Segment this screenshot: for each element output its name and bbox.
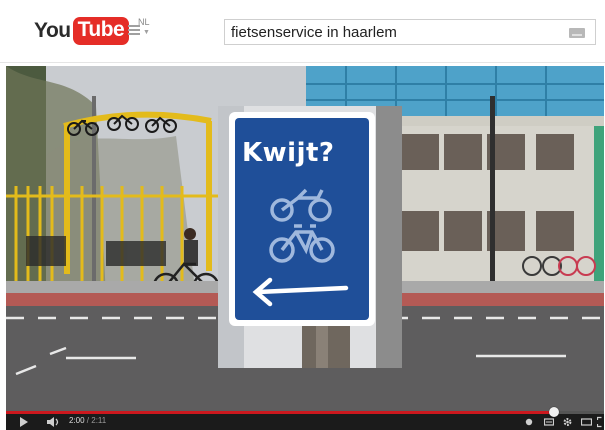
fullscreen-icon[interactable] — [597, 416, 602, 428]
hamburger-icon — [128, 25, 154, 35]
gear-icon[interactable] — [562, 416, 573, 428]
current-time: 2:00 — [69, 416, 85, 425]
search-box[interactable]: fietsenservice in haarlem — [224, 19, 596, 45]
volume-icon[interactable] — [46, 416, 60, 428]
video-player[interactable]: Kwijt? — [6, 66, 604, 411]
search-input[interactable]: fietsenservice in haarlem — [231, 24, 397, 41]
progress-bar[interactable] — [6, 407, 604, 417]
video-frame — [6, 66, 604, 411]
play-icon[interactable] — [20, 417, 28, 427]
keyboard-icon[interactable] — [569, 28, 585, 38]
youtube-logo[interactable]: You Tube NL — [34, 16, 150, 46]
player-controls: 2:00 / 2:11 — [6, 407, 604, 430]
logo-you-text: You — [34, 19, 71, 42]
guide-menu-button[interactable]: ▼ — [128, 25, 154, 39]
time-display: 2:00 / 2:11 — [69, 416, 106, 425]
progress-played — [6, 411, 555, 414]
sign-text: Kwijt? — [242, 138, 335, 168]
cc-icon[interactable] — [525, 416, 533, 428]
masthead: You Tube NL ▼ fietsenservice in haarlem — [0, 0, 605, 63]
duration: 2:11 — [91, 416, 107, 425]
chevron-down-icon: ▼ — [143, 29, 150, 36]
logo-tube-text: Tube — [72, 17, 130, 45]
subtitles-icon[interactable] — [544, 416, 554, 428]
theater-icon[interactable] — [581, 416, 592, 428]
